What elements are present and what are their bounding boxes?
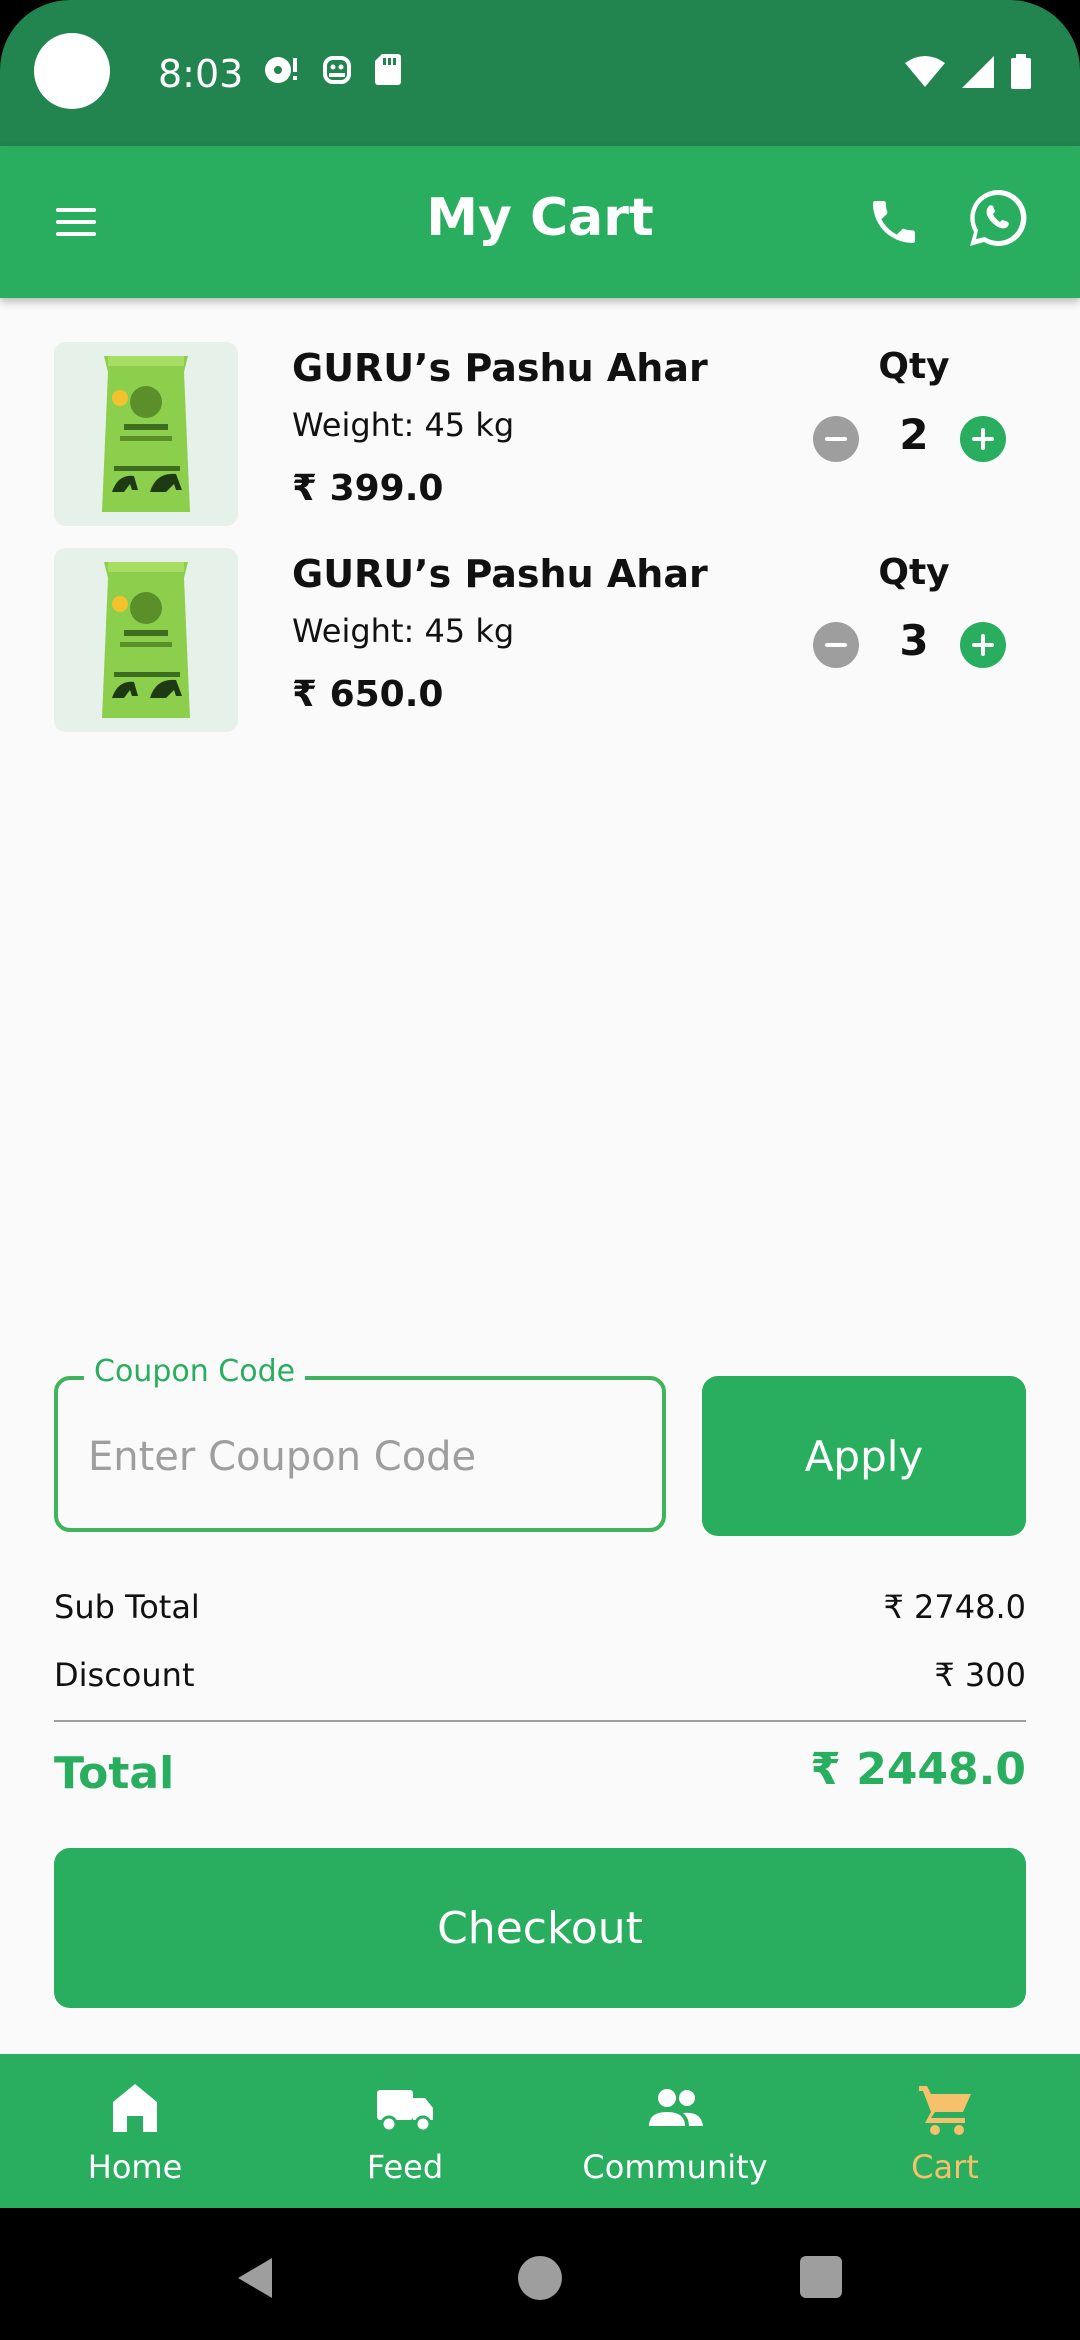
total-value: ₹ 2448.0: [810, 1744, 1026, 1795]
phone-screen: 8:03 My Cart GURU’s Pashu Ahar Weight: 4…: [0, 0, 1080, 2340]
qty-increase-button[interactable]: [960, 622, 1006, 668]
nav-community[interactable]: Community: [540, 2054, 810, 2208]
checkout-button[interactable]: Checkout: [54, 1848, 1026, 2008]
item-name: GURU’s Pashu Ahar: [292, 346, 708, 390]
back-icon[interactable]: [234, 2256, 274, 2300]
item-price: ₹ 399.0: [292, 468, 444, 509]
coupon-label: Coupon Code: [84, 1354, 306, 1389]
nav-label: Cart: [911, 2148, 979, 2186]
phone-icon[interactable]: [866, 194, 922, 250]
apply-button[interactable]: Apply: [702, 1376, 1026, 1536]
wifi-icon: [905, 56, 945, 87]
total-label: Total: [54, 1748, 175, 1799]
qty-increase-button[interactable]: [960, 416, 1006, 462]
status-bar: 8:03: [0, 0, 1080, 146]
home-icon: [113, 2084, 157, 2132]
nav-label: Feed: [366, 2148, 444, 2186]
cart-content: GURU’s Pashu Ahar Weight: 45 kg ₹ 399.0 …: [0, 298, 1080, 2054]
qty-label: Qty: [878, 346, 950, 387]
qty-value: 2: [899, 410, 929, 459]
signal-icon: [962, 56, 994, 88]
nav-feed[interactable]: Feed: [270, 2054, 540, 2208]
cart-item: GURU’s Pashu Ahar Weight: 45 kg ₹ 650.0 …: [54, 548, 1026, 732]
recents-icon[interactable]: [800, 2256, 842, 2298]
whatsapp-icon[interactable]: [966, 186, 1030, 250]
summary-divider: [54, 1720, 1026, 1722]
subtotal-label: Sub Total: [54, 1588, 200, 1626]
sd-card-icon: [375, 54, 401, 85]
status-time: 8:03: [158, 52, 244, 96]
product-image: [54, 548, 238, 732]
android-icon: [323, 56, 351, 84]
qty-decrease-button[interactable]: [813, 622, 859, 668]
system-nav-bar: [0, 2208, 1080, 2340]
item-weight: Weight: 45 kg: [292, 406, 515, 444]
qty-value: 3: [899, 616, 929, 665]
people-icon: [649, 2089, 703, 2126]
subtotal-value: ₹ 2748.0: [883, 1588, 1027, 1626]
cart-item: GURU’s Pashu Ahar Weight: 45 kg ₹ 399.0 …: [54, 342, 1026, 526]
item-price: ₹ 650.0: [292, 674, 444, 715]
app-bar: My Cart: [0, 146, 1080, 298]
product-image: [54, 342, 238, 526]
qty-decrease-button[interactable]: [813, 416, 859, 462]
coupon-input[interactable]: [86, 1428, 630, 1486]
qty-label: Qty: [878, 552, 950, 593]
truck-icon: [377, 2090, 433, 2133]
item-weight: Weight: 45 kg: [292, 612, 515, 650]
notification-icon: [265, 57, 297, 83]
cart-icon: [919, 2086, 971, 2135]
discount-label: Discount: [54, 1656, 195, 1694]
discount-value: ₹ 300: [934, 1656, 1026, 1694]
nav-home[interactable]: Home: [0, 2054, 270, 2208]
battery-icon: [1011, 54, 1031, 89]
nav-cart[interactable]: Cart: [810, 2054, 1080, 2208]
nav-label: Community: [582, 2148, 768, 2186]
bottom-nav: Home Feed Community Cart: [0, 2054, 1080, 2208]
camera-cutout: [34, 33, 110, 109]
nav-label: Home: [87, 2148, 183, 2186]
coupon-field: Coupon Code: [54, 1354, 666, 1532]
item-name: GURU’s Pashu Ahar: [292, 552, 708, 596]
home-button-icon[interactable]: [518, 2256, 562, 2300]
